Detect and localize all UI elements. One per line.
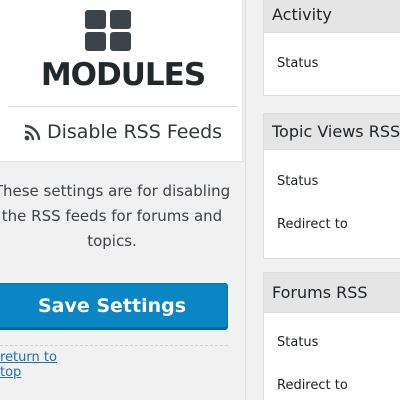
box-header: Activity: [264, 0, 400, 33]
module-title: Disable RSS Feeds: [46, 121, 223, 143]
settings-box-forums-rss: Forums RSS Status Redirect to: [263, 272, 400, 400]
grid-icon: [85, 10, 131, 51]
module-title-row: Disable RSS Feeds: [0, 115, 247, 149]
setting-label-status: Status: [277, 174, 319, 189]
settings-box-activity: Activity Status: [263, 0, 400, 96]
setting-label-redirect-to: Redirect to: [277, 378, 348, 393]
module-description: These settings are for disabling the RSS…: [0, 182, 231, 250]
settings-box-topic-views-rss: Topic Views RSS Status Redirect to: [263, 113, 400, 259]
return-to-top-link[interactable]: return to top: [0, 350, 74, 380]
setting-label-status: Status: [277, 335, 319, 350]
box-header: Topic Views RSS: [264, 114, 400, 150]
divider: [0, 345, 228, 346]
save-settings-button[interactable]: Save Settings: [0, 283, 228, 328]
card-divider: [8, 106, 238, 107]
box-header: Forums RSS: [264, 273, 400, 313]
section-title: MODULES: [40, 57, 206, 93]
setting-label-redirect-to: Redirect to: [277, 217, 348, 232]
rss-icon: [24, 124, 41, 140]
module-card: MODULES Disable RSS Feeds: [0, 0, 243, 162]
column-separator: [245, 0, 246, 400]
sidebar: MODULES Disable RSS Feeds These settings…: [0, 0, 245, 400]
setting-label-status: Status: [277, 56, 319, 71]
